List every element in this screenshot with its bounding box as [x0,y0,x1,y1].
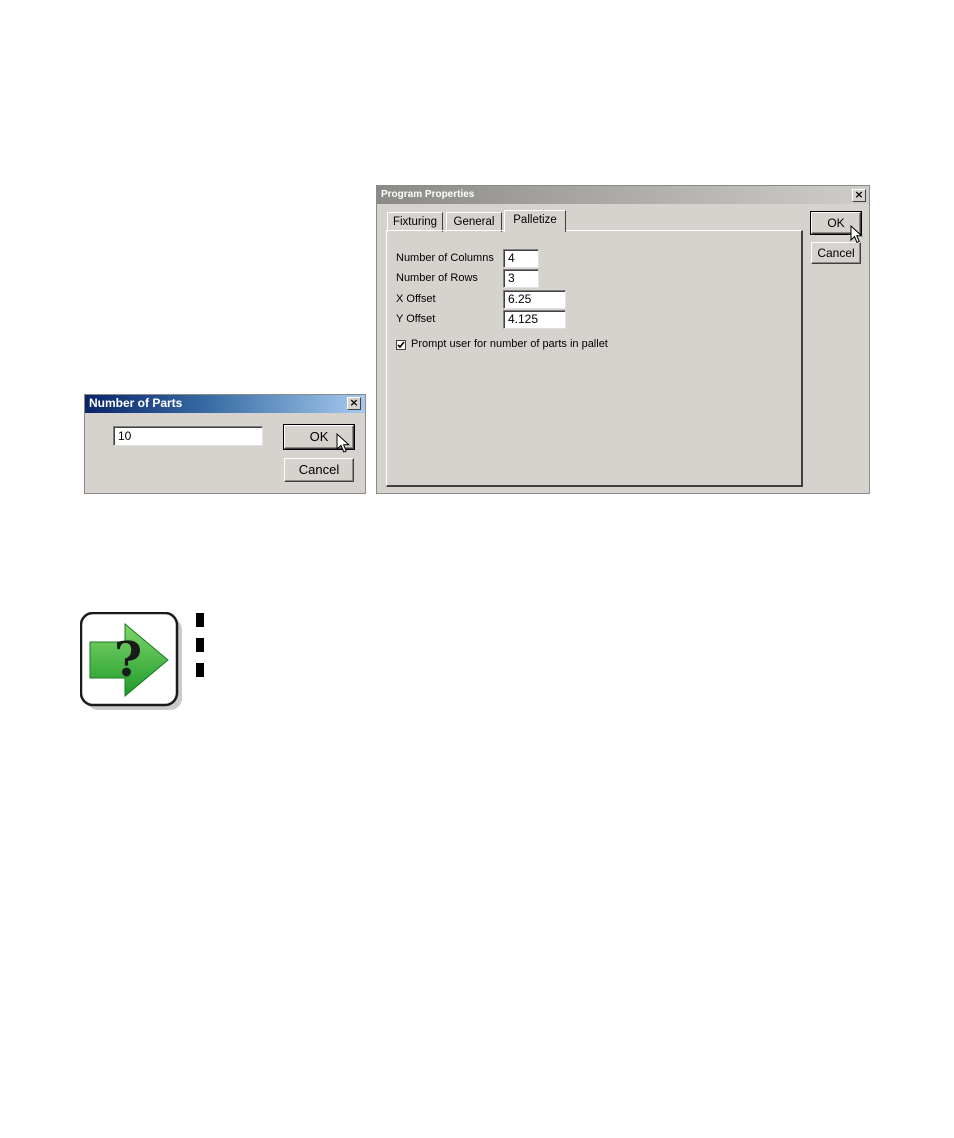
cancel-label: Cancel [298,462,340,477]
mouse-pointer-icon [850,225,863,244]
field-label-y-offset: Y Offset [396,313,436,325]
cancel-label: Cancel [817,246,855,260]
tab-fixturing[interactable]: Fixturing [387,212,443,232]
field-label-rows: Number of Rows [396,272,478,284]
tab-palletize[interactable]: Palletize [504,210,566,232]
cancel-button[interactable]: Cancel [284,458,354,482]
cancel-button[interactable]: Cancel [811,242,861,264]
number-of-parts-titlebar[interactable]: Number of Parts [85,395,365,413]
close-button[interactable]: × [347,397,361,410]
tab-label: General [453,216,495,228]
columns-input[interactable]: 4 [503,249,539,268]
prompt-checkbox-label: Prompt user for number of parts in palle… [411,338,608,350]
dialog-title: Program Properties [381,189,475,200]
field-label-x-offset: X Offset [396,293,436,305]
number-of-parts-input[interactable]: 10 [113,426,263,446]
x-offset-input[interactable]: 6.25 [503,290,566,309]
rows-input[interactable]: 3 [503,269,539,288]
tab-label: Fixturing [392,216,438,228]
mouse-pointer-icon [336,433,351,453]
dialog-title: Number of Parts [89,396,183,410]
tab-general[interactable]: General [446,212,502,232]
prompt-checkbox[interactable] [396,340,406,350]
checkmark-icon [397,341,405,349]
program-properties-dialog: Program Properties × Fixturing General P… [376,185,870,494]
ok-label: OK [309,429,329,444]
close-button[interactable]: × [852,189,866,202]
field-label-columns: Number of Columns [396,252,494,264]
question-glyph: ? [114,632,143,688]
palletize-panel: Number of Columns 4 Number of Rows 3 X O… [386,230,803,487]
ok-label: OK [827,216,845,230]
y-offset-input[interactable]: 4.125 [503,310,566,329]
program-properties-titlebar[interactable]: Program Properties [377,186,869,204]
number-of-parts-dialog: Number of Parts × 10 OK Cancel [84,394,366,494]
tab-label: Palletize [513,214,557,226]
note-question-icon: ? [79,611,210,712]
